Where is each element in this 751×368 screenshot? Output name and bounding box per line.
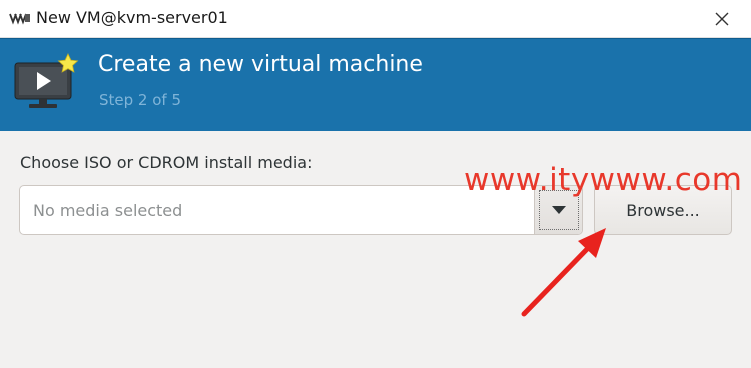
wizard-step-indicator: Step 2 of 5 <box>99 91 182 109</box>
window-title: New VM@kvm-server01 <box>36 8 228 27</box>
wizard-header: Create a new virtual machine Step 2 of 5 <box>0 38 751 131</box>
window-titlebar: New VM@kvm-server01 <box>0 0 751 38</box>
virt-manager-logo-icon <box>9 13 30 25</box>
close-button[interactable] <box>707 4 737 34</box>
close-icon <box>715 12 729 26</box>
chevron-down-icon <box>551 206 566 214</box>
new-vm-monitor-icon <box>14 53 79 108</box>
wizard-title: Create a new virtual machine <box>98 52 423 77</box>
install-media-input[interactable] <box>20 186 534 234</box>
red-arrow-icon <box>521 228 606 317</box>
watermark-text: www.itywww.com <box>464 162 743 198</box>
install-media-label: Choose ISO or CDROM install media: <box>20 153 313 172</box>
